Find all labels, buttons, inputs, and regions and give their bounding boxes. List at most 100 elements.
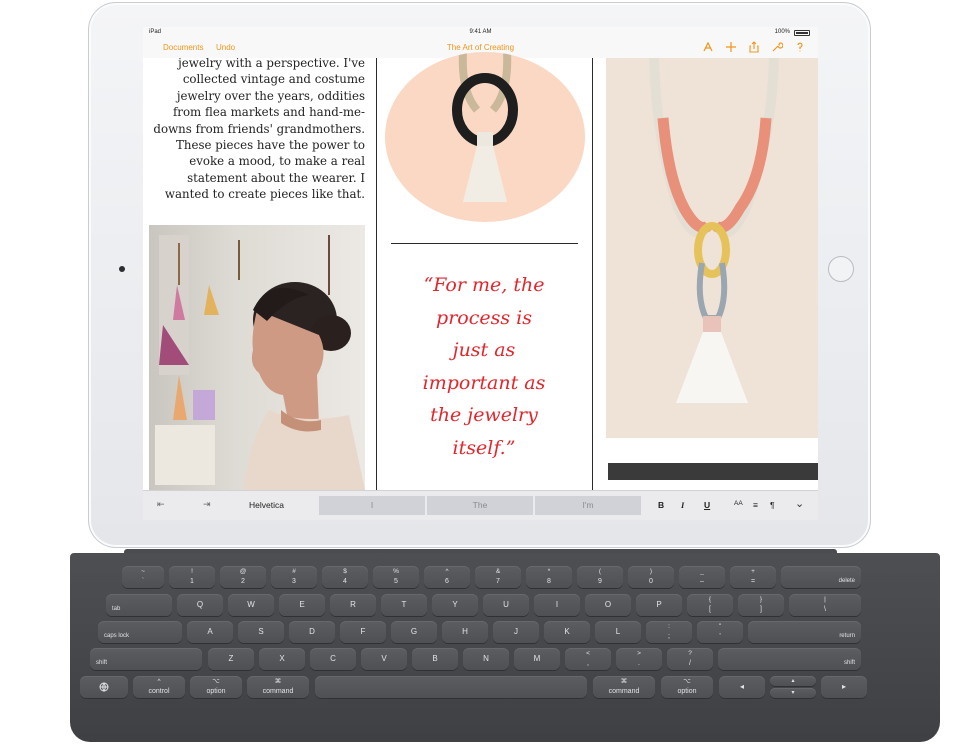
home-button[interactable] <box>828 256 854 282</box>
plus-icon[interactable] <box>724 41 737 54</box>
key-z[interactable]: Z <box>208 648 254 670</box>
key-8[interactable]: * 8 <box>526 566 572 588</box>
key-o[interactable]: O <box>585 594 631 616</box>
arrow-left-icon: ◂ <box>739 682 744 691</box>
key-shift-right[interactable]: shift <box>718 648 861 670</box>
key-command-right[interactable]: ⌘ command <box>593 676 655 698</box>
key-s[interactable]: S <box>238 621 284 643</box>
key-d[interactable]: D <box>289 621 335 643</box>
smart-keyboard: ~ ` ! 1 @2 #3 $4 % 5 ^ 6 & 7 * 8 (9 ) 0 _ – + = d… <box>70 553 940 742</box>
body-text[interactable]: jewelry with a perspective. I've collect… <box>143 55 367 203</box>
key-p[interactable]: P <box>636 594 682 616</box>
indent-icon[interactable]: ⇥ <box>203 499 211 510</box>
key-return[interactable]: return <box>748 621 861 643</box>
align-button[interactable]: ≡ <box>753 500 758 510</box>
key-semicolon[interactable]: :; <box>646 621 692 643</box>
key-equals[interactable]: + = <box>730 566 776 588</box>
key-c[interactable]: C <box>310 648 356 670</box>
key-f[interactable]: F <box>340 621 386 643</box>
key-g[interactable]: G <box>391 621 437 643</box>
key-caps-lock[interactable]: caps lock <box>98 621 182 643</box>
key-arrow-down[interactable]: ▾ <box>770 688 816 698</box>
column-divider <box>592 58 593 490</box>
key-e[interactable]: E <box>279 594 325 616</box>
key-q[interactable]: Q <box>177 594 223 616</box>
key-3[interactable]: #3 <box>271 566 317 588</box>
key-h[interactable]: H <box>442 621 488 643</box>
key-arrow-right[interactable]: ▸ <box>821 676 867 698</box>
key-tab[interactable]: tab <box>106 594 172 616</box>
key-y[interactable]: Y <box>432 594 478 616</box>
bold-button[interactable]: B <box>658 500 664 510</box>
key-comma[interactable]: <, <box>565 648 611 670</box>
key-i[interactable]: I <box>534 594 580 616</box>
key-slash[interactable]: ? / <box>667 648 713 670</box>
key-u[interactable]: U <box>483 594 529 616</box>
portrait-photo[interactable] <box>149 225 365 490</box>
key-delete[interactable]: delete <box>781 566 861 588</box>
pull-quote[interactable]: “For me, the process is just as importan… <box>379 269 589 464</box>
suggestion[interactable]: I'm <box>535 496 641 515</box>
key-x[interactable]: X <box>259 648 305 670</box>
document-canvas[interactable]: jewelry with a perspective. I've collect… <box>143 52 818 490</box>
globe-icon <box>99 682 109 692</box>
key-shift-left[interactable]: shift <box>90 648 202 670</box>
key-4[interactable]: $4 <box>322 566 368 588</box>
key-minus[interactable]: _ – <box>679 566 725 588</box>
key-2[interactable]: @2 <box>220 566 266 588</box>
key-5[interactable]: % 5 <box>373 566 419 588</box>
outdent-icon[interactable]: ⇤ <box>157 499 165 510</box>
share-icon[interactable] <box>747 41 760 54</box>
help-icon[interactable] <box>793 41 806 54</box>
key-0[interactable]: ) 0 <box>628 566 674 588</box>
ipad-screen: iPad 9:41 AM 100% Documents Undo The Art… <box>143 27 818 520</box>
key-bracket-left[interactable]: {[ <box>687 594 733 616</box>
key-v[interactable]: V <box>361 648 407 670</box>
key-period[interactable]: >. <box>616 648 662 670</box>
key-j[interactable]: J <box>493 621 539 643</box>
necklace-photo[interactable] <box>606 58 818 438</box>
key-7[interactable]: & 7 <box>475 566 521 588</box>
key-m[interactable]: M <box>514 648 560 670</box>
key-t[interactable]: T <box>381 594 427 616</box>
key-globe[interactable] <box>80 676 128 698</box>
key-k[interactable]: K <box>544 621 590 643</box>
battery-icon <box>794 30 810 36</box>
key-b[interactable]: B <box>412 648 458 670</box>
key-r[interactable]: R <box>330 594 376 616</box>
key-space[interactable] <box>315 676 587 698</box>
key-control[interactable]: ^ control <box>133 676 185 698</box>
key-arrow-up[interactable]: ▴ <box>770 676 816 686</box>
text-line: collected vintage and costume <box>182 72 365 87</box>
key-option-right[interactable]: ⌥ option <box>661 676 713 698</box>
brush-icon[interactable] <box>701 41 714 54</box>
quote-line: important as <box>422 371 546 394</box>
wrench-icon[interactable] <box>770 41 783 54</box>
key-w[interactable]: W <box>228 594 274 616</box>
key-arrow-left[interactable]: ◂ <box>719 676 765 698</box>
key-quote[interactable]: " ' <box>697 621 743 643</box>
key-1[interactable]: ! 1 <box>169 566 215 588</box>
key-bracket-right[interactable]: }] <box>738 594 784 616</box>
underline-button[interactable]: U <box>704 500 710 510</box>
chevron-down-icon[interactable]: ⌄ <box>795 497 804 510</box>
arrow-down-icon: ▾ <box>791 690 795 696</box>
key-n[interactable]: N <box>463 648 509 670</box>
key-backslash[interactable]: | \ <box>789 594 861 616</box>
italic-button[interactable]: I <box>681 500 684 510</box>
key-option-left[interactable]: ⌥ option <box>190 676 242 698</box>
paragraph-button[interactable]: ¶ <box>770 500 775 510</box>
key-9[interactable]: (9 <box>577 566 623 588</box>
suggestion[interactable]: The <box>427 496 533 515</box>
key-command-left[interactable]: ⌘ command <box>247 676 309 698</box>
key-l[interactable]: L <box>595 621 641 643</box>
font-name-button[interactable]: Helvetica <box>249 500 284 510</box>
suggestion[interactable]: I <box>319 496 425 515</box>
necklace-circle-photo[interactable] <box>385 52 585 222</box>
key-tilde[interactable]: ~ ` <box>122 566 164 588</box>
key-6[interactable]: ^ 6 <box>424 566 470 588</box>
camera <box>119 266 125 272</box>
battery-percent: 100% <box>774 29 790 35</box>
text-size-button[interactable]: AA <box>734 500 743 507</box>
key-a[interactable]: A <box>187 621 233 643</box>
